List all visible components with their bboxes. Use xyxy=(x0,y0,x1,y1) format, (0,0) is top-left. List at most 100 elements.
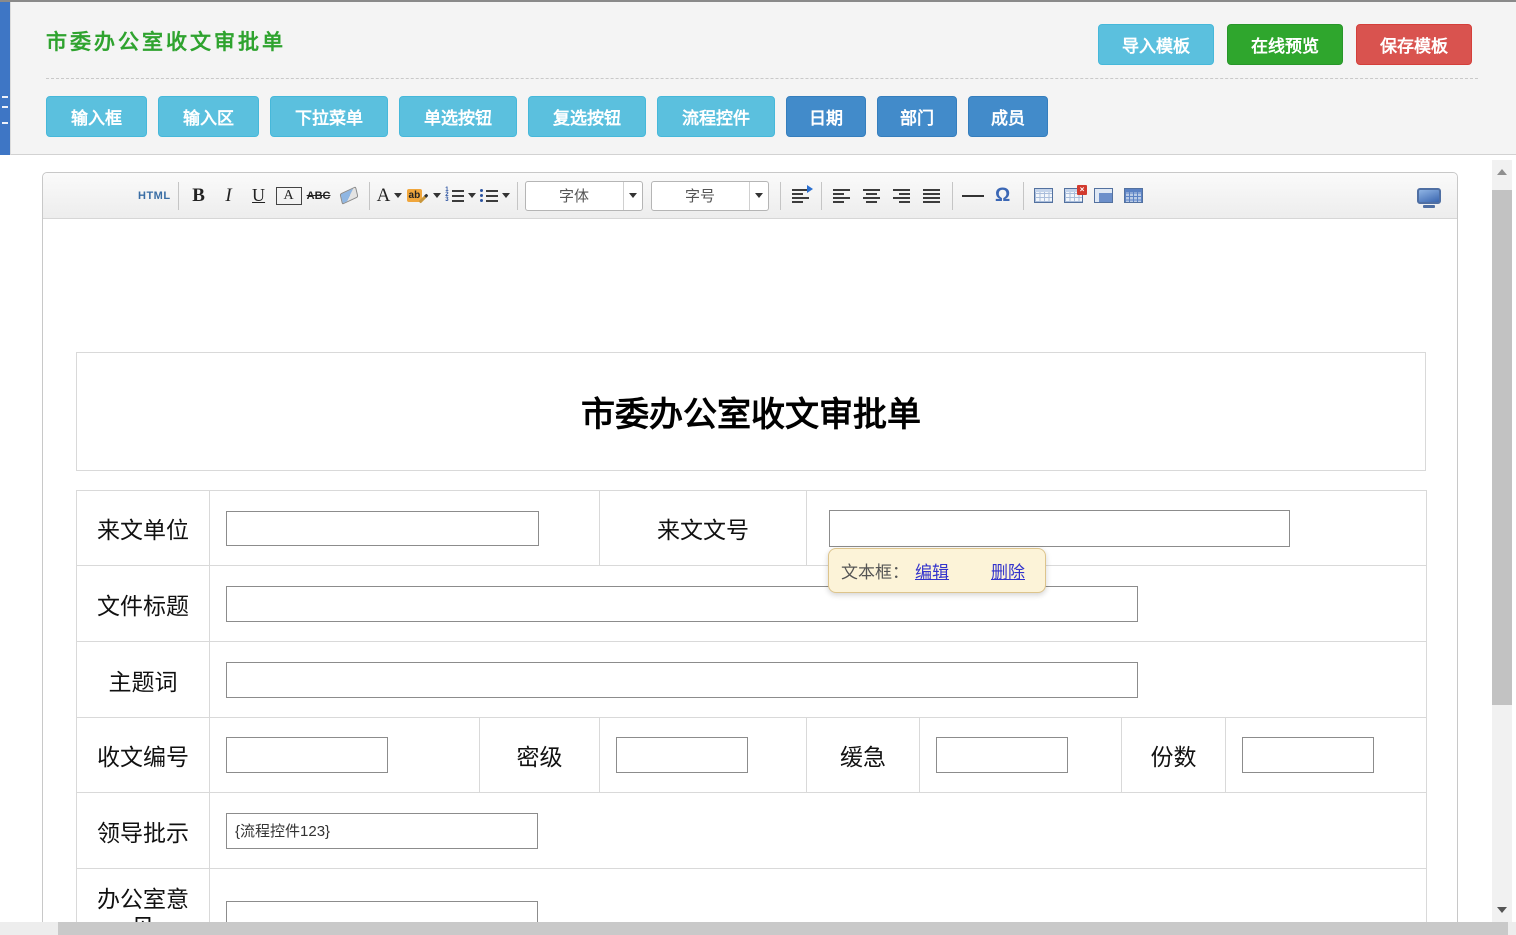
toolbar-separator xyxy=(1023,182,1024,210)
scroll-up-arrow[interactable] xyxy=(1492,162,1512,182)
toolbar-separator xyxy=(780,182,781,210)
add-checkbox-button[interactable]: 复选按钮 xyxy=(528,96,646,137)
field-label-secrecy: 密级 xyxy=(480,718,600,793)
vertical-scrollbar[interactable] xyxy=(1492,160,1512,922)
field-label-doc-number: 来文文号 xyxy=(600,491,807,566)
font-family-select[interactable]: 字体 xyxy=(525,181,643,211)
table-grid-icon xyxy=(1124,188,1143,203)
field-label-copies: 份数 xyxy=(1122,718,1226,793)
font-style-button[interactable]: A xyxy=(276,187,302,205)
toolbar-separator xyxy=(178,182,179,210)
clipped-side-panel xyxy=(0,2,10,155)
dashed-divider xyxy=(46,78,1478,79)
import-template-button[interactable]: 导入模板 xyxy=(1098,24,1214,65)
add-date-button[interactable]: 日期 xyxy=(786,96,866,137)
add-input-box-button[interactable]: 输入框 xyxy=(46,96,147,137)
toolbar-separator xyxy=(952,182,953,210)
table-row: 文件标题 xyxy=(77,566,1427,642)
cell-properties-button[interactable] xyxy=(1091,180,1117,212)
font-size-select[interactable]: 字号 xyxy=(651,181,769,211)
toolbar-separator xyxy=(517,182,518,210)
field-label-doc-title: 文件标题 xyxy=(77,566,210,642)
remove-format-button[interactable] xyxy=(336,180,362,212)
align-left-button[interactable] xyxy=(829,180,855,212)
align-center-icon xyxy=(863,189,880,203)
doc-number-input[interactable] xyxy=(829,510,1290,547)
insert-table-button[interactable] xyxy=(1031,180,1057,212)
field-label-source-unit: 来文单位 xyxy=(77,491,210,566)
fullscreen-button[interactable] xyxy=(1417,188,1441,204)
align-justify-button[interactable] xyxy=(919,180,945,212)
template-actions: 导入模板 在线预览 保存模板 xyxy=(1098,24,1472,65)
ordered-list-icon: 123 xyxy=(445,188,463,203)
field-label-receive-no: 收文编号 xyxy=(77,718,210,793)
form-title: 市委办公室收文审批单 xyxy=(77,353,1426,471)
save-template-button[interactable]: 保存模板 xyxy=(1356,24,1472,65)
delete-table-button[interactable]: × xyxy=(1061,180,1087,212)
header-panel: 市委办公室收文审批单 导入模板 在线预览 保存模板 输入框 输入区 下拉菜单 单… xyxy=(10,2,1516,155)
field-label-keywords: 主题词 xyxy=(77,642,210,718)
keywords-input[interactable] xyxy=(226,662,1138,698)
widget-buttons-row: 输入框 输入区 下拉菜单 单选按钮 复选按钮 流程控件 日期 部门 成员 xyxy=(46,96,1048,137)
leader-note-input[interactable] xyxy=(226,813,538,849)
chevron-down-icon xyxy=(394,193,402,198)
tooltip-label: 文本框： xyxy=(841,558,909,583)
horizontal-scrollbar[interactable] xyxy=(0,922,1516,935)
font-color-button[interactable]: A xyxy=(377,180,403,212)
editor-content[interactable]: 市委办公室收文审批单 来文单位 来文文号 文件标题 主题词 收文 xyxy=(43,219,1457,935)
scroll-down-arrow[interactable] xyxy=(1492,900,1512,920)
table-row: 来文单位 来文文号 xyxy=(77,491,1427,566)
add-dropdown-button[interactable]: 下拉菜单 xyxy=(270,96,388,137)
add-flow-control-button[interactable]: 流程控件 xyxy=(657,96,775,137)
table-delete-icon: × xyxy=(1064,188,1083,203)
copies-input[interactable] xyxy=(1242,737,1374,773)
add-radio-button[interactable]: 单选按钮 xyxy=(399,96,517,137)
add-member-button[interactable]: 成员 xyxy=(968,96,1048,137)
indent-icon xyxy=(792,189,809,203)
chevron-down-icon xyxy=(468,193,476,198)
delete-widget-link[interactable]: 删除 xyxy=(991,558,1025,583)
receive-no-input[interactable] xyxy=(226,737,388,773)
underline-button[interactable]: U xyxy=(246,180,272,212)
horizontal-rule-icon xyxy=(962,195,984,197)
unordered-list-button[interactable] xyxy=(480,180,510,212)
table-properties-button[interactable] xyxy=(1121,180,1147,212)
bold-button[interactable]: B xyxy=(186,180,212,212)
horizontal-scrollbar-thumb[interactable] xyxy=(58,922,1508,935)
highlight-color-button[interactable]: ab xyxy=(407,180,442,212)
source-unit-input[interactable] xyxy=(226,511,539,546)
edit-widget-link[interactable]: 编辑 xyxy=(915,558,949,583)
add-department-button[interactable]: 部门 xyxy=(877,96,957,137)
chevron-down-icon xyxy=(433,193,441,198)
toolbar-separator xyxy=(821,182,822,210)
html-source-button[interactable]: HTML xyxy=(138,180,171,212)
unordered-list-icon xyxy=(480,189,498,202)
align-right-icon xyxy=(893,189,910,203)
form-title-table: 市委办公室收文审批单 xyxy=(76,352,1426,471)
horizontal-rule-button[interactable] xyxy=(960,180,986,212)
field-label-leader-note: 领导批示 xyxy=(77,793,210,869)
special-char-button[interactable]: Ω xyxy=(990,180,1016,212)
indent-button[interactable] xyxy=(788,180,814,212)
table-row: 主题词 xyxy=(77,642,1427,718)
table-icon xyxy=(1034,188,1053,203)
table-cell-icon xyxy=(1094,188,1113,203)
chevron-down-icon xyxy=(502,193,510,198)
align-right-button[interactable] xyxy=(889,180,915,212)
italic-button[interactable]: I xyxy=(216,180,242,212)
ordered-list-button[interactable]: 123 xyxy=(445,180,475,212)
widget-edit-tooltip: 文本框： 编辑 删除 xyxy=(828,548,1046,593)
urgency-input[interactable] xyxy=(936,737,1068,773)
editor-toolbar: HTML B I U A ABC A ab 123 字体 字号 xyxy=(43,173,1457,219)
strikethrough-button[interactable]: ABC xyxy=(306,180,332,212)
vertical-scrollbar-thumb[interactable] xyxy=(1492,190,1512,705)
align-center-button[interactable] xyxy=(859,180,885,212)
online-preview-button[interactable]: 在线预览 xyxy=(1227,24,1343,65)
add-textarea-button[interactable]: 输入区 xyxy=(158,96,259,137)
chevron-down-icon xyxy=(623,182,642,210)
align-justify-icon xyxy=(923,189,940,203)
eraser-icon xyxy=(339,186,358,205)
secrecy-input[interactable] xyxy=(616,737,748,773)
toolbar-separator xyxy=(369,182,370,210)
form-fields-table: 来文单位 来文文号 文件标题 主题词 收文编号 密级 缓急 份数 xyxy=(76,490,1427,935)
